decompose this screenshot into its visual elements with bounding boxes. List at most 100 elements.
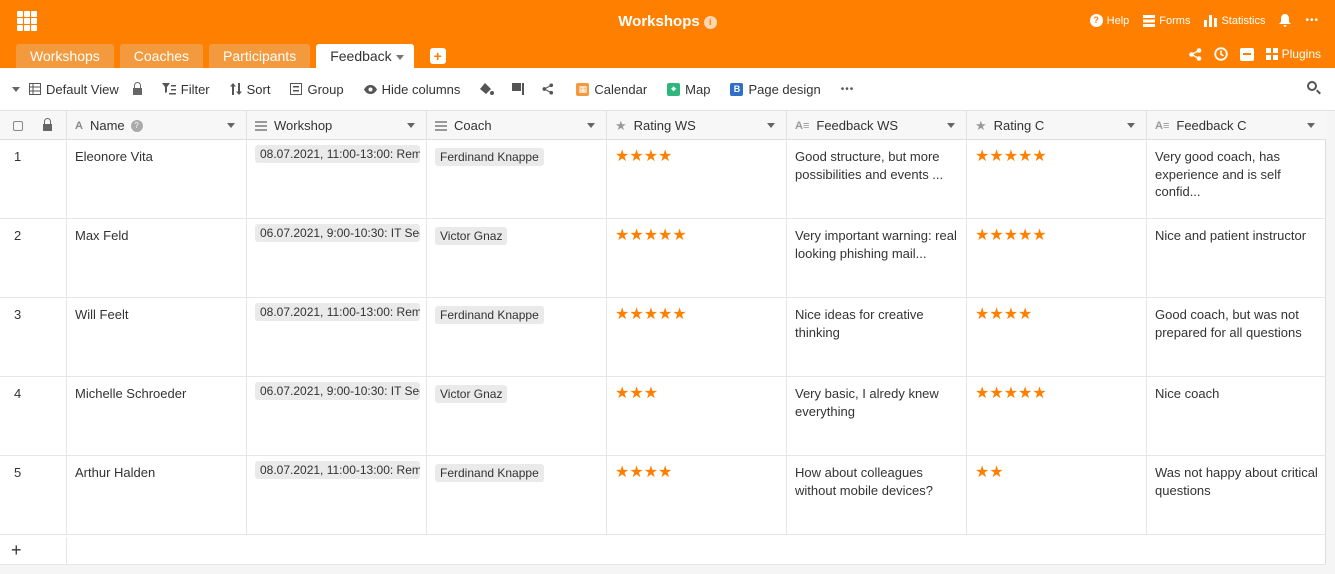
cell-rating-ws[interactable]: ★★★★★ <box>607 219 787 298</box>
search-icon[interactable] <box>1307 81 1321 95</box>
workshop-link-chip[interactable]: 06.07.2021, 9:00-10:30: IT Security <box>255 382 420 400</box>
cell-feedback-c[interactable]: Good coach, but was not prepared for all… <box>1147 298 1326 377</box>
cell-workshop[interactable]: 06.07.2021, 9:00-10:30: IT Security <box>247 377 427 456</box>
tab-feedback[interactable]: Feedback <box>316 44 414 68</box>
star-rating[interactable]: ★★★★★ <box>615 306 687 323</box>
help-icon[interactable]: ? <box>130 119 143 132</box>
coach-link-chip[interactable]: Ferdinand Knappe <box>435 306 544 324</box>
cell-feedback-ws[interactable]: How about colleagues without mobile devi… <box>787 456 967 535</box>
coach-link-chip[interactable]: Victor Gnaz <box>435 385 508 403</box>
chevron-down-icon[interactable] <box>227 123 235 128</box>
plugins-button[interactable]: Plugins <box>1265 47 1321 61</box>
star-rating[interactable]: ★★★ <box>615 385 658 402</box>
column-header-feedback-ws[interactable]: A≡ Feedback WS <box>787 111 967 140</box>
table-row[interactable]: 3 Will Feelt 08.07.2021, 11:00-13:00: Re… <box>0 298 1326 377</box>
cell-feedback-ws[interactable]: Very important warning: real looking phi… <box>787 219 967 298</box>
cell-feedback-c[interactable]: Very good coach, has experience and is s… <box>1147 140 1326 219</box>
tab-participants[interactable]: Participants <box>209 44 311 68</box>
chevron-down-icon[interactable] <box>1307 123 1315 128</box>
share-icon[interactable] <box>1188 47 1202 61</box>
cell-workshop[interactable]: 08.07.2021, 11:00-13:00: Remote <box>247 456 427 535</box>
statistics-button[interactable]: Statistics <box>1204 14 1265 27</box>
cell-rating-c[interactable]: ★★★★★ <box>967 377 1147 456</box>
hide-columns-button[interactable]: Hide columns <box>363 82 460 97</box>
cell-coach[interactable]: Ferdinand Knappe <box>427 456 607 535</box>
group-button[interactable]: Group <box>290 82 344 97</box>
workshop-link-chip[interactable]: 06.07.2021, 9:00-10:30: IT Security <box>255 224 420 242</box>
cell-feedback-c[interactable]: Nice and patient instructor <box>1147 219 1326 298</box>
cell-feedback-ws[interactable]: Good structure, but more possibilities a… <box>787 140 967 219</box>
cell-feedback-ws[interactable]: Nice ideas for creative thinking <box>787 298 967 377</box>
page-design-plugin-button[interactable]: B Page design <box>730 82 821 97</box>
forms-button[interactable]: Forms <box>1143 14 1190 27</box>
star-rating[interactable]: ★★★★ <box>615 464 672 481</box>
cell-name[interactable]: Michelle Schroeder <box>66 377 247 456</box>
column-header-feedback-c[interactable]: A≡ Feedback C <box>1147 111 1326 140</box>
cell-name[interactable]: Arthur Halden <box>66 456 247 535</box>
cell-coach[interactable]: Victor Gnaz <box>427 219 607 298</box>
select-all-checkbox[interactable] <box>0 111 33 140</box>
column-header-name[interactable]: A Name ? <box>67 111 247 140</box>
cell-workshop[interactable]: 08.07.2021, 11:00-13:00: Remote <box>247 140 427 219</box>
lock-view-button[interactable] <box>132 81 142 95</box>
star-rating[interactable]: ★★ <box>975 464 1004 481</box>
cell-workshop[interactable]: 06.07.2021, 9:00-10:30: IT Security <box>247 219 427 298</box>
star-rating[interactable]: ★★★★ <box>975 306 1032 323</box>
chevron-down-icon[interactable] <box>587 123 595 128</box>
more-menu-button[interactable]: ••• <box>1305 15 1319 26</box>
cell-rating-c[interactable]: ★★★★ <box>967 298 1147 377</box>
column-header-rating-c[interactable]: ★ Rating C <box>967 111 1147 140</box>
info-icon[interactable]: i <box>703 15 717 29</box>
cell-coach[interactable]: Ferdinand Knappe <box>427 298 607 377</box>
workshop-link-chip[interactable]: 08.07.2021, 11:00-13:00: Remote <box>255 461 420 479</box>
chevron-down-icon[interactable] <box>1127 123 1135 128</box>
row-color-button[interactable] <box>480 82 495 96</box>
cell-feedback-ws[interactable]: Very basic, I alredy knew everything <box>787 377 967 456</box>
sort-button[interactable]: Sort <box>229 82 270 97</box>
tab-coaches[interactable]: Coaches <box>119 44 204 68</box>
filter-button[interactable]: Filter <box>161 82 210 97</box>
cell-coach[interactable]: Ferdinand Knappe <box>427 140 607 219</box>
column-header-workshop[interactable]: Workshop <box>247 111 427 140</box>
cell-rating-ws[interactable]: ★★★★ <box>607 456 787 535</box>
chevron-down-icon[interactable] <box>407 123 415 128</box>
help-button[interactable]: ? Help <box>1089 14 1129 27</box>
view-selector[interactable]: Default View <box>12 82 119 97</box>
cell-workshop[interactable]: 08.07.2021, 11:00-13:00: Remote <box>247 298 427 377</box>
coach-link-chip[interactable]: Ferdinand Knappe <box>435 464 544 482</box>
cell-feedback-c[interactable]: Nice coach <box>1147 377 1326 456</box>
notifications-button[interactable] <box>1279 14 1292 27</box>
chevron-down-icon[interactable] <box>767 123 775 128</box>
column-header-coach[interactable]: Coach <box>427 111 607 140</box>
cell-rating-ws[interactable]: ★★★★★ <box>607 298 787 377</box>
table-row[interactable]: 2 Max Feld 06.07.2021, 9:00-10:30: IT Se… <box>0 219 1326 298</box>
share-view-button[interactable] <box>542 83 554 95</box>
workshop-link-chip[interactable]: 08.07.2021, 11:00-13:00: Remote <box>255 145 420 163</box>
cell-rating-c[interactable]: ★★★★★ <box>967 140 1147 219</box>
cell-rating-ws[interactable]: ★★★ <box>607 377 787 456</box>
coach-link-chip[interactable]: Victor Gnaz <box>435 227 508 245</box>
table-row[interactable]: 4 Michelle Schroeder 06.07.2021, 9:00-10… <box>0 377 1326 456</box>
coach-link-chip[interactable]: Ferdinand Knappe <box>435 148 544 166</box>
column-header-rating-ws[interactable]: ★ Rating WS <box>607 111 787 140</box>
table-row[interactable]: 1 Eleonore Vita 08.07.2021, 11:00-13:00:… <box>0 140 1326 219</box>
star-rating[interactable]: ★★★★★ <box>615 227 687 244</box>
add-table-button[interactable]: + <box>429 48 446 64</box>
cell-name[interactable]: Will Feelt <box>66 298 247 377</box>
history-icon[interactable] <box>1213 47 1228 61</box>
row-height-button[interactable] <box>512 83 525 95</box>
cell-feedback-c[interactable]: Was not happy about critical questions <box>1147 456 1326 535</box>
table-row[interactable]: 5 Arthur Halden 08.07.2021, 11:00-13:00:… <box>0 456 1326 535</box>
cell-rating-ws[interactable]: ★★★★ <box>607 140 787 219</box>
cell-rating-c[interactable]: ★★★★★ <box>967 219 1147 298</box>
chevron-down-icon[interactable] <box>395 54 404 60</box>
chevron-down-icon[interactable] <box>947 123 955 128</box>
cell-coach[interactable]: Victor Gnaz <box>427 377 607 456</box>
star-rating[interactable]: ★★★★★ <box>975 227 1047 244</box>
add-row-button[interactable]: + <box>11 540 22 561</box>
archive-icon[interactable] <box>1239 47 1254 61</box>
star-rating[interactable]: ★★★★★ <box>975 148 1047 165</box>
star-rating[interactable]: ★★★★ <box>615 148 672 165</box>
cell-name[interactable]: Eleonore Vita <box>66 140 247 219</box>
cell-name[interactable]: Max Feld <box>66 219 247 298</box>
